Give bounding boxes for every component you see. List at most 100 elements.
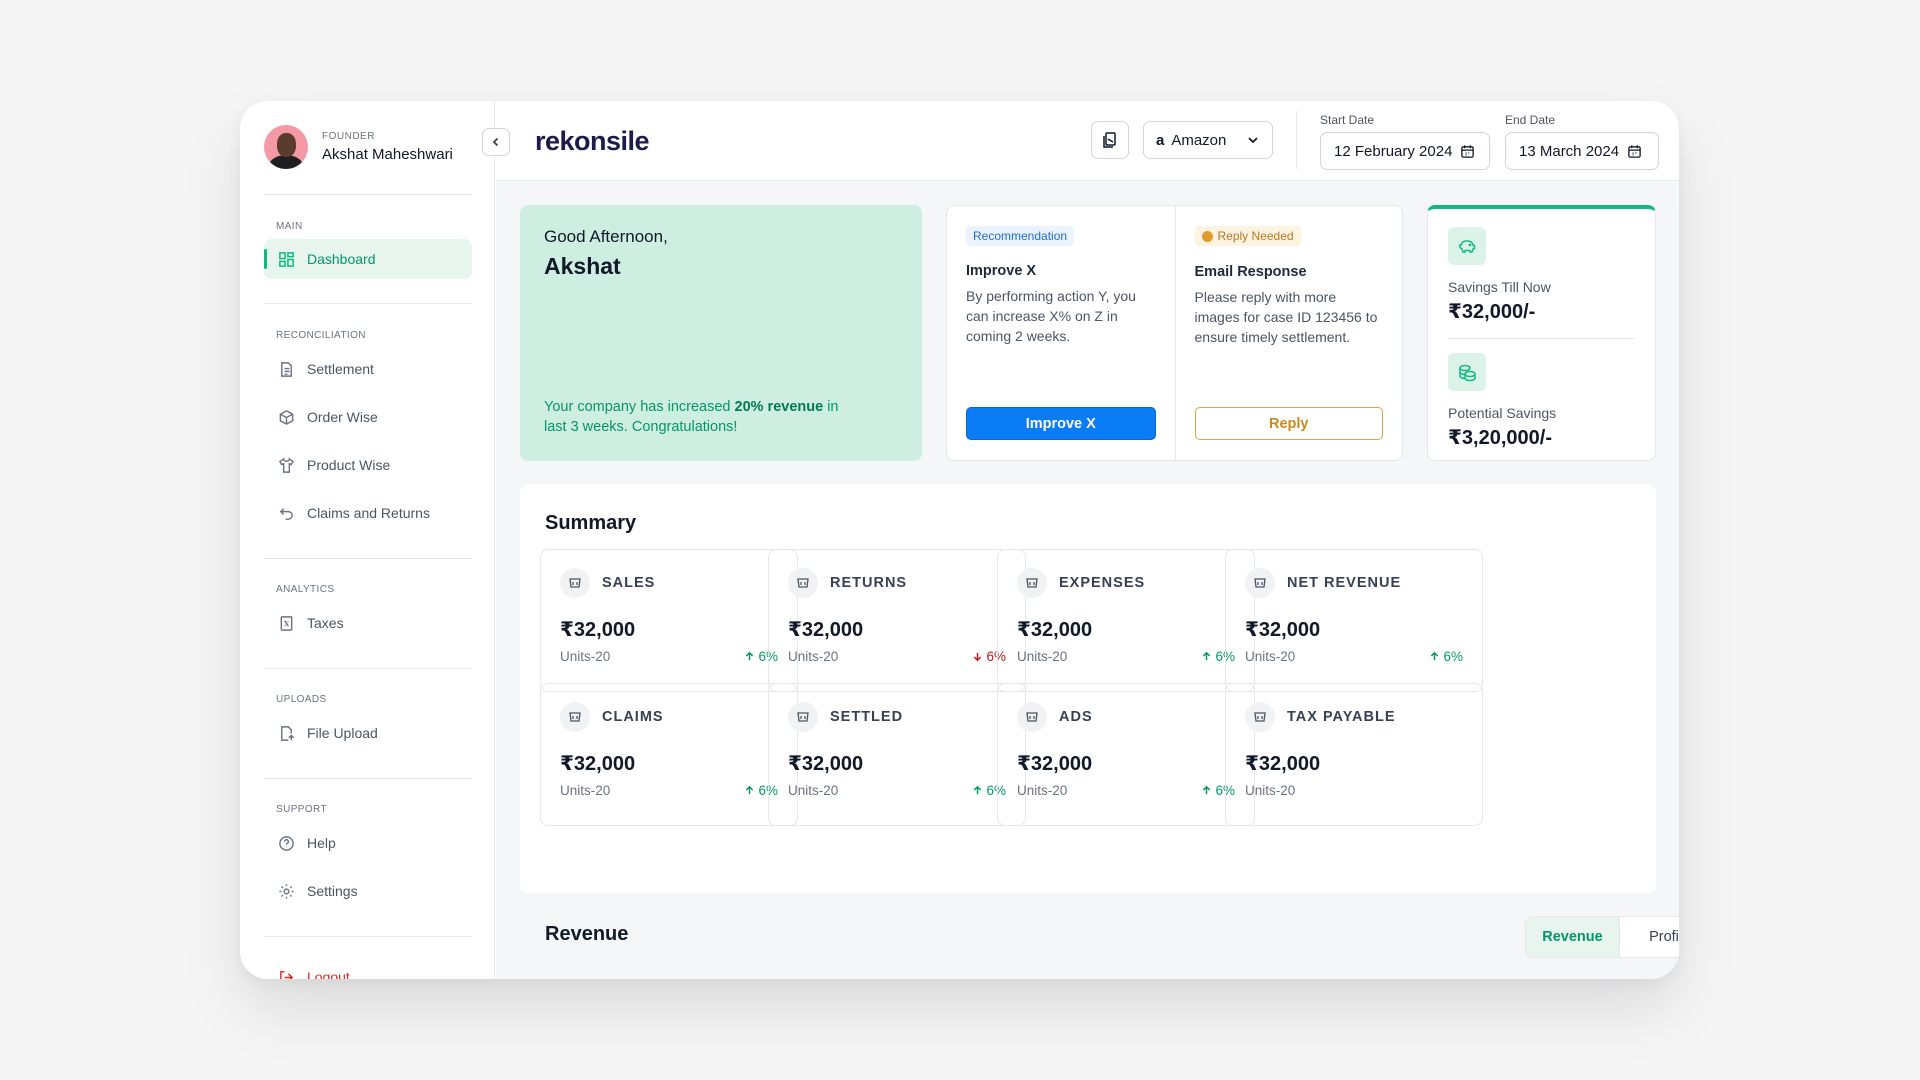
- section-label-main: MAIN: [276, 221, 303, 232]
- stat-card-expenses[interactable]: EXPENSES ₹32,000 Units-20 6%: [997, 549, 1255, 692]
- start-date-label: Start Date: [1320, 113, 1375, 127]
- stat-card-ads[interactable]: ADS ₹32,000 Units-20 6%: [997, 683, 1255, 826]
- marketplace-select[interactable]: a Amazon: [1143, 121, 1273, 159]
- stat-card-tax-payable[interactable]: TAX PAYABLE ₹32,000 Units-20: [1225, 683, 1483, 826]
- basket-icon: [560, 568, 590, 598]
- divider: [264, 668, 472, 669]
- change-indicator: 6%: [1429, 649, 1463, 664]
- stat-label: ADS: [1059, 709, 1093, 725]
- calendar-icon: [1461, 144, 1475, 158]
- arrow-up-icon: [744, 785, 755, 796]
- sidebar-item-logout[interactable]: Logout: [264, 957, 472, 979]
- main-content: Good Afternoon, Akshat Your company has …: [496, 182, 1679, 979]
- action-cards: Recommendation Improve X By performing a…: [946, 205, 1403, 461]
- stat-value: ₹32,000: [1017, 753, 1093, 775]
- stat-units: Units-20: [788, 649, 839, 664]
- recommendation-card: Recommendation Improve X By performing a…: [947, 206, 1175, 460]
- stat-card-claims[interactable]: CLAIMS ₹32,000 Units-20 6%: [540, 683, 798, 826]
- stat-card-returns[interactable]: RETURNS ₹32,000 Units-20 6%: [768, 549, 1026, 692]
- document-icon: [281, 361, 292, 377]
- stat-units: Units-20: [1017, 649, 1068, 664]
- start-date-field[interactable]: 12 February 2024: [1320, 132, 1490, 170]
- end-date-value: 13 March 2024: [1519, 142, 1620, 160]
- divider: [264, 303, 472, 304]
- logo: rekonsile: [535, 126, 650, 156]
- switch-view-button[interactable]: [1091, 121, 1129, 159]
- stat-units: Units-20: [1017, 783, 1068, 798]
- stat-value: ₹32,000: [1245, 619, 1321, 641]
- collapse-sidebar-button[interactable]: [482, 128, 510, 156]
- reply-card: Reply Needed Email Response Please reply…: [1174, 206, 1403, 460]
- stat-units: Units-20: [788, 783, 839, 798]
- section-label-reconciliation: RECONCILIATION: [276, 330, 366, 341]
- sidebar-item-label: Help: [307, 835, 336, 851]
- section-label-support: SUPPORT: [276, 804, 327, 815]
- stat-label: SALES: [602, 575, 656, 591]
- sidebar-item-label: File Upload: [307, 725, 378, 741]
- sidebar-item-label: Settings: [307, 883, 358, 899]
- sidebar-item-dashboard[interactable]: Dashboard: [264, 239, 472, 279]
- stat-card-net-revenue[interactable]: NET REVENUE ₹32,000 Units-20 6%: [1225, 549, 1483, 692]
- basket-icon: [1017, 568, 1047, 598]
- revenue-tabs: RevenueProfitStatesTrends: [1525, 916, 1679, 958]
- chevron-left-icon: [492, 137, 499, 147]
- piggy-bank-icon: [1448, 227, 1486, 265]
- user-profile[interactable]: FOUNDER Akshat Maheshwari: [264, 125, 453, 169]
- sidebar-item-label: Settlement: [307, 361, 374, 377]
- end-date-group: End Date 13 March 2024: [1505, 113, 1659, 170]
- greeting-message: Your company has increased 20% revenue i…: [544, 399, 839, 435]
- user-role: FOUNDER: [322, 131, 375, 142]
- arrow-up-icon: [744, 651, 755, 662]
- divider: [264, 936, 472, 937]
- reply-badge: Reply Needed: [1194, 226, 1301, 246]
- end-date-field[interactable]: 13 March 2024: [1505, 132, 1659, 170]
- potential-savings-value: ₹3,20,000/-: [1448, 427, 1552, 449]
- reply-button[interactable]: Reply: [1194, 407, 1383, 440]
- tax-icon: [280, 615, 293, 631]
- stat-card-settled[interactable]: SETTLED ₹32,000 Units-20 6%: [768, 683, 1026, 826]
- stat-value: ₹32,000: [1017, 619, 1093, 641]
- marketplace-value: Amazon: [1171, 131, 1227, 149]
- sidebar-item-file-upload[interactable]: File Upload: [264, 713, 472, 753]
- stat-units: Units-20: [560, 649, 611, 664]
- basket-icon: [560, 702, 590, 732]
- greeting-hello: Good Afternoon,: [544, 227, 668, 246]
- recommendation-desc: By performing action Y, you can increase…: [966, 288, 1136, 344]
- stat-value: ₹32,000: [788, 753, 864, 775]
- basket-icon: [1017, 702, 1047, 732]
- sidebar-item-help[interactable]: Help: [264, 823, 472, 863]
- chevron-down-icon: [1248, 137, 1258, 144]
- divider: [264, 558, 472, 559]
- stat-label: SETTLED: [830, 709, 904, 725]
- tab-revenue[interactable]: Revenue: [1526, 917, 1619, 957]
- top-header: rekonsile a Amazon Start Date 12 Februar…: [496, 101, 1679, 181]
- sidebar-item-taxes[interactable]: Taxes: [264, 603, 472, 643]
- reply-desc: Please reply with more images for case I…: [1194, 288, 1378, 345]
- end-date-label: End Date: [1505, 113, 1556, 127]
- sidebar-item-settlement[interactable]: Settlement: [264, 349, 472, 389]
- sidebar-item-settings[interactable]: Settings: [264, 871, 472, 911]
- stat-label: NET REVENUE: [1287, 575, 1402, 591]
- sidebar-item-claims-returns[interactable]: Claims and Returns: [264, 493, 472, 533]
- stat-units: Units-20: [1245, 649, 1296, 664]
- sidebar-item-label: Claims and Returns: [307, 505, 430, 521]
- box-icon: [279, 409, 294, 425]
- summary-title: Summary: [545, 512, 637, 534]
- stat-units: Units-20: [1245, 783, 1296, 798]
- reply-title: Email Response: [1194, 263, 1307, 280]
- basket-icon: [1245, 702, 1275, 732]
- divider: [264, 194, 472, 195]
- return-icon: [279, 507, 293, 520]
- sidebar-item-order-wise[interactable]: Order Wise: [264, 397, 472, 437]
- improve-button[interactable]: Improve X: [966, 407, 1156, 440]
- section-label-analytics: ANALYTICS: [276, 584, 335, 595]
- tab-profit[interactable]: Profit: [1619, 917, 1679, 957]
- upload-icon: [281, 725, 295, 741]
- basket-icon: [1245, 568, 1275, 598]
- recommendation-title: Improve X: [966, 263, 1037, 279]
- header-divider: [1296, 111, 1297, 169]
- sidebar-item-label: Logout: [307, 969, 350, 979]
- sidebar-item-product-wise[interactable]: Product Wise: [264, 445, 472, 485]
- stat-card-sales[interactable]: SALES ₹32,000 Units-20 6%: [540, 549, 798, 692]
- stat-units: Units-20: [560, 783, 611, 798]
